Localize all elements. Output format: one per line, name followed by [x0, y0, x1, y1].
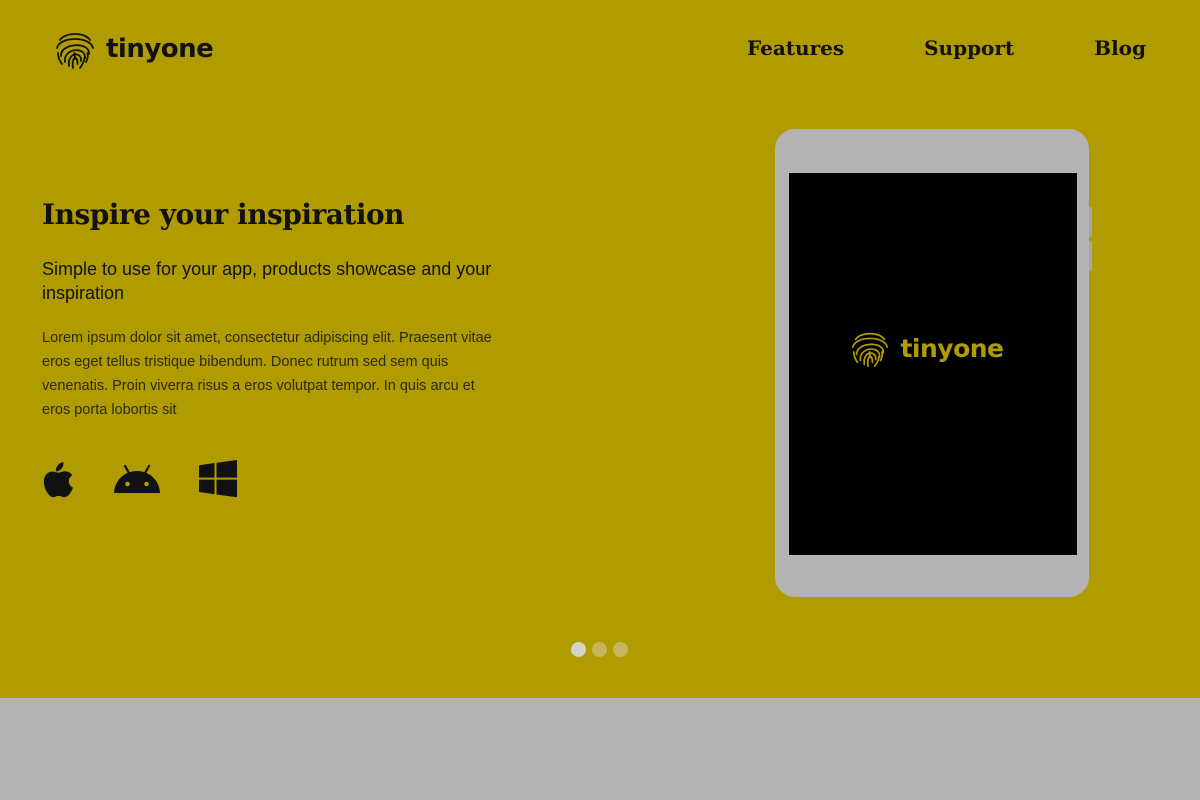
fingerprint-icon: [852, 332, 889, 368]
tablet-mockup: tinyone: [775, 129, 1092, 597]
nav-support[interactable]: Support: [924, 36, 1014, 60]
tablet-side-button: [1089, 207, 1092, 237]
apple-platform-link[interactable]: [42, 460, 75, 498]
carousel-dot[interactable]: [613, 642, 628, 657]
hero-subhead: Simple to use for your app, products sho…: [42, 259, 492, 303]
tablet-side-button: [1089, 241, 1092, 271]
brand-logo-link[interactable]: tinyone: [52, 26, 214, 72]
tablet-screen: tinyone: [789, 173, 1077, 555]
apple-icon: [43, 462, 73, 498]
android-platform-link[interactable]: [113, 464, 161, 494]
platform-links: [42, 460, 237, 498]
hero-section: tinyone Features Support Blog Inspire yo…: [0, 0, 1200, 698]
brand-name: tinyone: [106, 34, 214, 64]
android-icon: [114, 464, 160, 493]
next-section: [0, 698, 1200, 800]
nav-features[interactable]: Features: [747, 36, 844, 60]
carousel-dot[interactable]: [592, 642, 607, 657]
fingerprint-icon: [56, 33, 94, 69]
screen-brand-logo: tinyone: [848, 326, 1004, 370]
carousel-dot[interactable]: [571, 642, 586, 657]
windows-platform-link[interactable]: [199, 460, 237, 498]
main-nav: Features Support Blog: [747, 36, 1146, 60]
screen-brand-name: tinyone: [900, 333, 1004, 363]
nav-blog[interactable]: Blog: [1094, 36, 1146, 60]
windows-icon: [199, 460, 237, 498]
hero-body-text: Lorem ipsum dolor sit amet, consectetur …: [42, 330, 492, 418]
carousel-dots: [571, 642, 628, 657]
hero-headline: Inspire your inspiration: [42, 198, 405, 231]
